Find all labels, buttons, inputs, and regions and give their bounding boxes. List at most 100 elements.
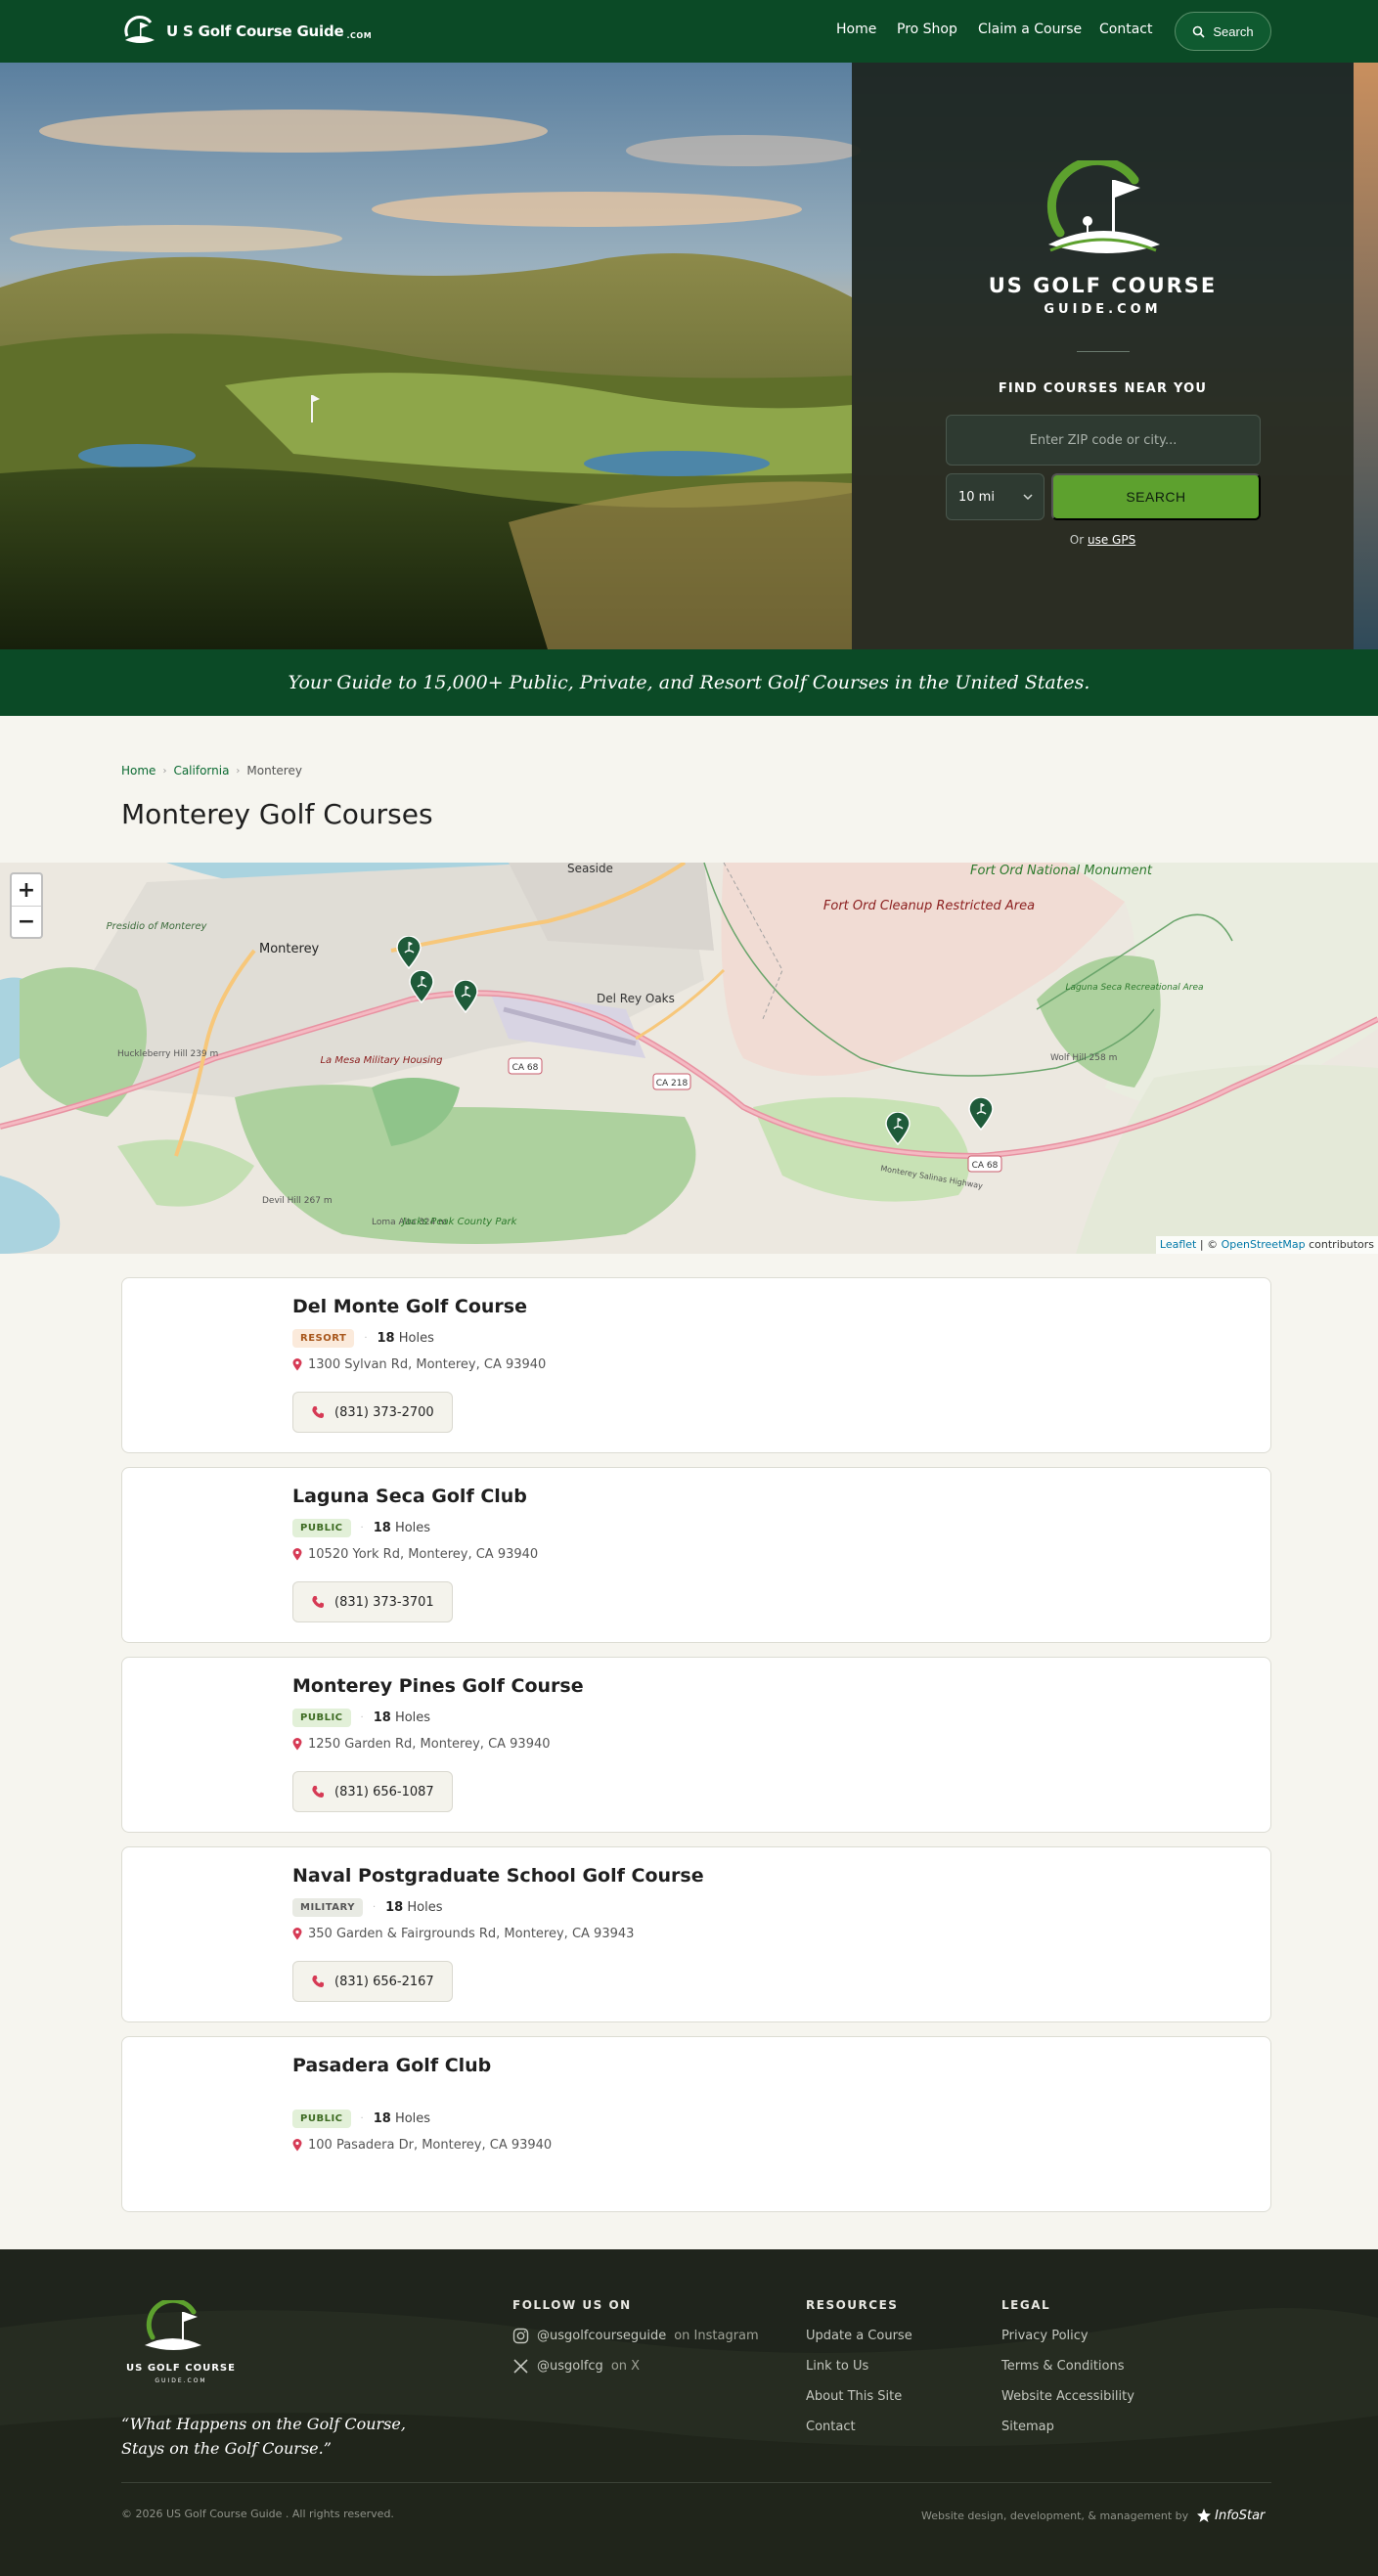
course-type-badge: PUBLIC xyxy=(292,1709,351,1727)
search-icon xyxy=(1193,25,1205,38)
zoom-in-button[interactable]: + xyxy=(12,874,41,906)
map-shield-ca218: CA 218 xyxy=(656,1079,689,1088)
phone-icon xyxy=(312,1406,324,1418)
site-footer: US GOLF COURSE GUIDE.COM “What Happens o… xyxy=(0,2249,1378,2576)
design-credit: Website design, development, & managemen… xyxy=(921,2508,1265,2523)
x-icon xyxy=(513,2359,528,2374)
footer-quote: “What Happens on the Golf Course, Stays … xyxy=(121,2415,406,2458)
course-phone-button[interactable]: (831) 656-2167 xyxy=(292,1961,453,2002)
course-meta: RESORT · 18 Holes xyxy=(292,1329,434,1348)
openstreetmap-link[interactable]: OpenStreetMap xyxy=(1222,1238,1306,1251)
course-map-pin[interactable] xyxy=(453,980,478,1013)
instagram-link[interactable]: @usgolfcourseguide on Instagram xyxy=(512,2328,759,2344)
footer-link-terms[interactable]: Terms & Conditions xyxy=(1001,2359,1125,2374)
course-map-pin[interactable] xyxy=(409,970,434,1003)
footer-link-update-course[interactable]: Update a Course xyxy=(806,2329,912,2343)
instagram-icon xyxy=(512,2328,529,2344)
nav-link-contact[interactable]: Contact xyxy=(1099,22,1152,37)
footer-link-contact[interactable]: Contact xyxy=(806,2420,856,2434)
header-search-button[interactable]: Search xyxy=(1175,12,1271,51)
course-search-button[interactable]: SEARCH xyxy=(1051,473,1261,520)
gps-option: Or use GPS xyxy=(852,533,1354,547)
course-card[interactable]: Monterey Pines Golf Course PUBLIC · 18 H… xyxy=(121,1657,1271,1833)
panel-divider xyxy=(1077,351,1130,352)
meta-separator: · xyxy=(360,2113,364,2124)
map-shield-ca68: CA 68 xyxy=(512,1063,539,1073)
course-type-badge: RESORT xyxy=(292,1329,355,1348)
map-label-huckleberry-hill: Huckleberry Hill 239 m xyxy=(117,1049,218,1059)
breadcrumb-separator: › xyxy=(162,765,167,777)
course-address: 350 Garden & Fairgrounds Rd, Monterey, C… xyxy=(292,1927,634,1941)
page-title: Monterey Golf Courses xyxy=(121,798,433,830)
map-label-monterey: Monterey xyxy=(259,942,320,956)
resources-heading: RESOURCES xyxy=(806,2298,899,2312)
footer-link-about[interactable]: About This Site xyxy=(806,2389,902,2404)
footer-link-privacy[interactable]: Privacy Policy xyxy=(1001,2329,1089,2343)
map-zoom-control: + − xyxy=(10,872,43,939)
course-meta: PUBLIC · 18 Holes xyxy=(292,2110,430,2128)
map-label-presidio: Presidio of Monterey xyxy=(107,921,208,932)
footer-link-link-to-us[interactable]: Link to Us xyxy=(806,2359,868,2374)
course-map-pin[interactable] xyxy=(885,1112,911,1145)
use-gps-link[interactable]: use GPS xyxy=(1088,533,1135,547)
brand-logo-link[interactable]: U S Golf Course Guide .COM xyxy=(121,14,372,49)
meta-separator: · xyxy=(360,1523,364,1533)
breadcrumb-home[interactable]: Home xyxy=(121,764,156,777)
holes-count: 18 Holes xyxy=(373,2111,431,2126)
course-search-panel: US GOLF COURSE GUIDE.COM FIND COURSES NE… xyxy=(852,63,1354,649)
golf-logo-icon xyxy=(124,16,155,43)
x-link[interactable]: @usgolfcg on X xyxy=(512,2358,640,2375)
footer-link-accessibility[interactable]: Website Accessibility xyxy=(1001,2389,1134,2404)
golf-logo-icon xyxy=(1046,160,1160,253)
map-label-fort-ord-monument: Fort Ord National Monument xyxy=(970,864,1153,878)
holes-count: 18 Holes xyxy=(377,1331,434,1346)
nav-link-claim-a-course[interactable]: Claim a Course xyxy=(978,22,1082,37)
map-label-del-rey-oaks: Del Rey Oaks xyxy=(597,992,675,1005)
zoom-out-button[interactable]: − xyxy=(12,906,41,937)
course-name[interactable]: Pasadera Golf Club xyxy=(292,2055,491,2076)
radius-select[interactable]: 10 mi xyxy=(946,473,1045,520)
infostar-link[interactable]: InfoStar xyxy=(1196,2508,1265,2523)
infostar-star-icon xyxy=(1197,2509,1212,2522)
holes-count: 18 Holes xyxy=(373,1521,431,1535)
course-name[interactable]: Del Monte Golf Course xyxy=(292,1296,527,1317)
phone-icon xyxy=(312,1976,324,1987)
course-card[interactable]: Pasadera Golf Club PUBLIC · 18 Holes 100… xyxy=(121,2036,1271,2212)
course-card[interactable]: Del Monte Golf Course RESORT · 18 Holes … xyxy=(121,1277,1271,1453)
course-phone-button[interactable]: (831) 373-3701 xyxy=(292,1581,453,1622)
panel-logo-line1: US GOLF COURSE xyxy=(988,274,1218,297)
map-pin-icon xyxy=(292,1928,302,1940)
course-meta: PUBLIC · 18 Holes xyxy=(292,1709,430,1727)
course-name[interactable]: Monterey Pines Golf Course xyxy=(292,1675,584,1697)
site-tagline: Your Guide to 15,000+ Public, Private, a… xyxy=(0,649,1378,716)
course-map-pin[interactable] xyxy=(396,936,422,969)
breadcrumb-california[interactable]: California xyxy=(173,764,229,777)
map-label-seaside: Seaside xyxy=(567,863,613,875)
course-meta: MILITARY · 18 Holes xyxy=(292,1898,443,1917)
map-tiles[interactable]: Seaside Fort Ord Cleanup Restricted Area… xyxy=(0,863,1378,1254)
leaflet-link[interactable]: Leaflet xyxy=(1160,1238,1196,1251)
map-label-jacks-peak: Jacks Peak County Park xyxy=(401,1217,518,1227)
legal-heading: LEGAL xyxy=(1001,2298,1051,2312)
nav-link-home[interactable]: Home xyxy=(836,22,876,37)
course-map-pin[interactable] xyxy=(968,1097,994,1131)
footer-link-sitemap[interactable]: Sitemap xyxy=(1001,2420,1054,2434)
course-card[interactable]: Naval Postgraduate School Golf Course MI… xyxy=(121,1846,1271,2022)
nav-link-pro-shop[interactable]: Pro Shop xyxy=(897,22,957,37)
phone-icon xyxy=(312,1596,324,1608)
course-map[interactable]: Seaside Fort Ord Cleanup Restricted Area… xyxy=(0,863,1378,1254)
radius-value: 10 mi xyxy=(958,489,995,505)
zip-code-input[interactable] xyxy=(946,415,1261,466)
course-phone-button[interactable]: (831) 373-2700 xyxy=(292,1392,453,1433)
course-name[interactable]: Naval Postgraduate School Golf Course xyxy=(292,1865,704,1887)
course-name[interactable]: Laguna Seca Golf Club xyxy=(292,1486,527,1507)
attribution-tail: contributors xyxy=(1305,1238,1374,1251)
course-card[interactable]: Laguna Seca Golf Club PUBLIC · 18 Holes … xyxy=(121,1467,1271,1643)
course-type-badge: PUBLIC xyxy=(292,2110,351,2128)
footer-divider xyxy=(121,2482,1271,2483)
course-phone-button[interactable]: (831) 656-1087 xyxy=(292,1771,453,1812)
course-type-badge: PUBLIC xyxy=(292,1519,351,1537)
header-search-label: Search xyxy=(1213,23,1254,39)
map-shield-ca68-east: CA 68 xyxy=(972,1161,999,1171)
course-address: 1300 Sylvan Rd, Monterey, CA 93940 xyxy=(292,1357,546,1372)
